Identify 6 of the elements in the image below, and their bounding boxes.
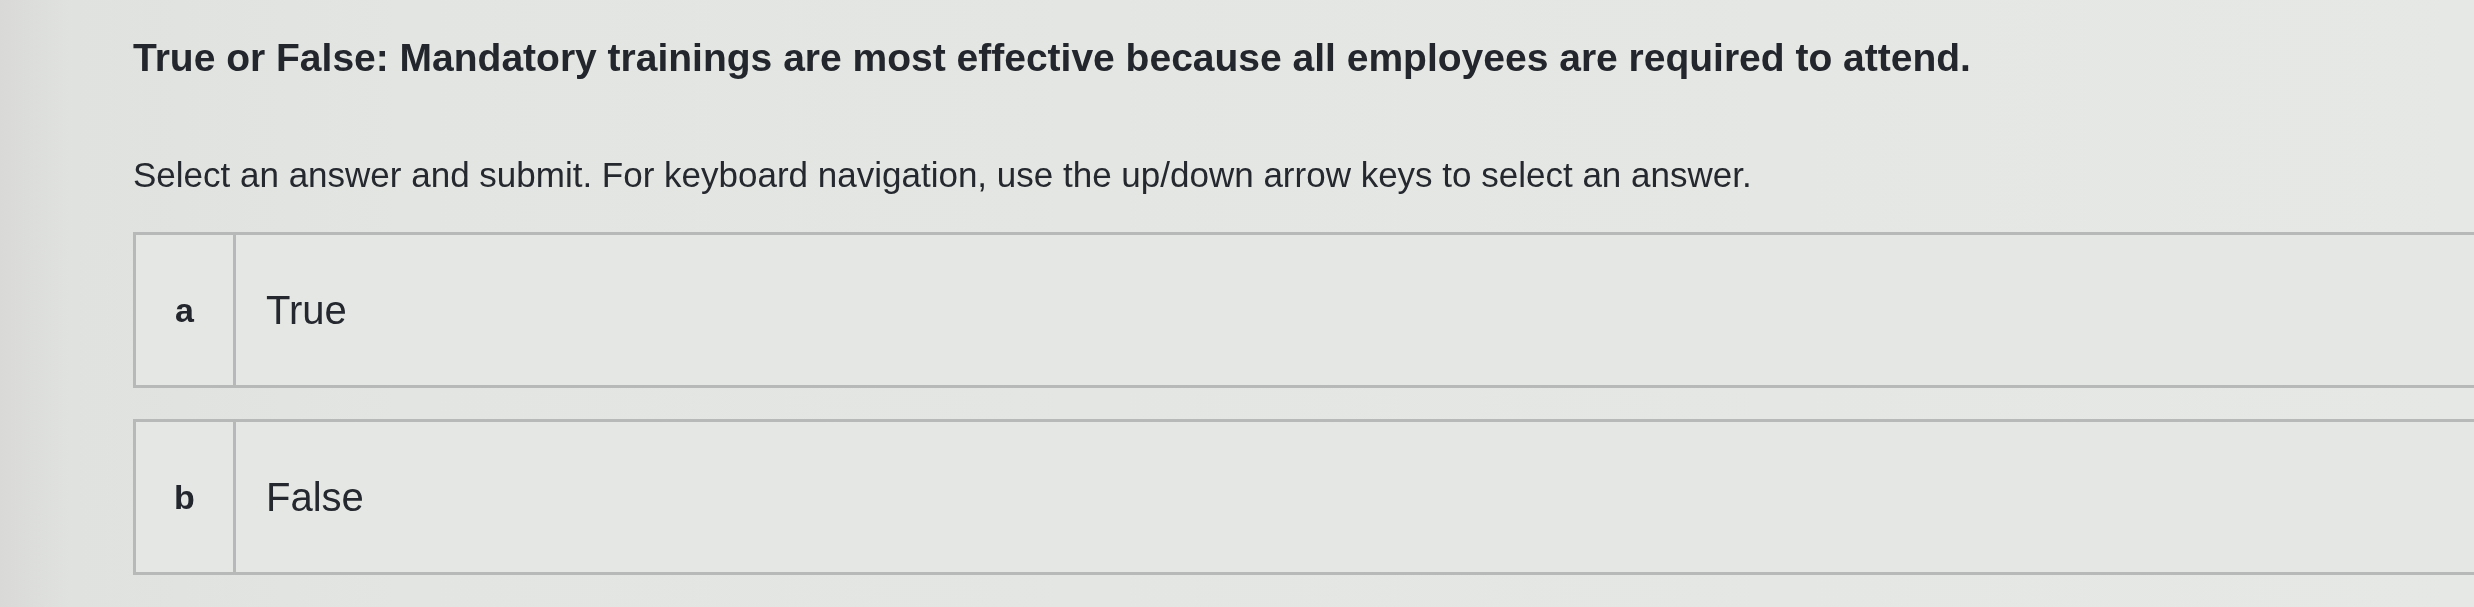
option-letter: a — [136, 235, 236, 385]
answer-option[interactable]: a True — [133, 232, 2474, 388]
instructions-text: Select an answer and submit. For keyboard navigation, use the up/down arrow keys to select an answer. — [133, 154, 1753, 196]
answer-option[interactable]: b False — [133, 419, 2474, 575]
question-title: True or False: Mandatory trainings are most effective because all employees are required to attend. — [133, 35, 1972, 81]
option-letter: b — [136, 422, 236, 572]
